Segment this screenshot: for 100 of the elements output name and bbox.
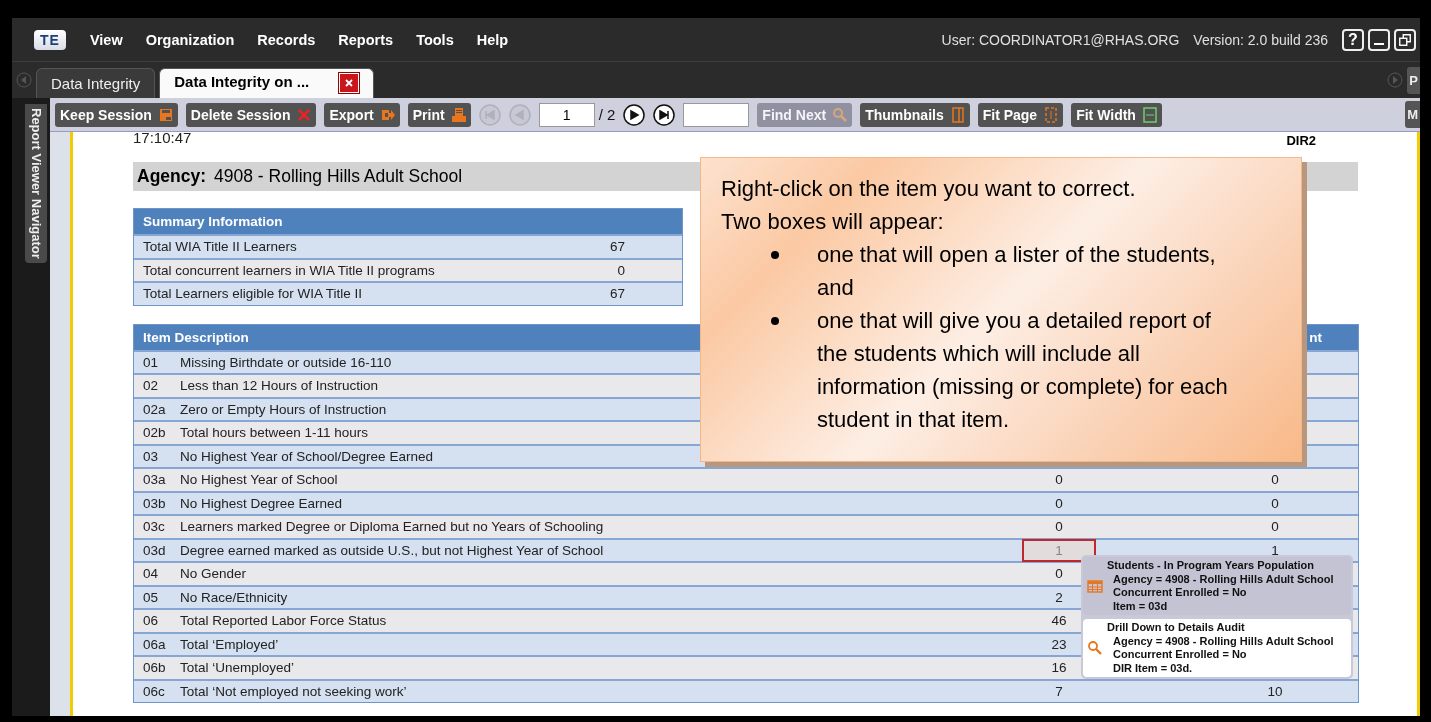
page-nav-button[interactable]: [653, 103, 676, 126]
search-icon: [1087, 640, 1103, 656]
table-cell: No Highest Year of School/Degree Earned: [180, 448, 433, 464]
table-cell-text: 01: [143, 354, 160, 370]
menu-item[interactable]: Tools: [416, 31, 454, 48]
minimize-button[interactable]: [1368, 28, 1390, 51]
restore-icon: [1398, 32, 1412, 47]
fit-width-icon: [1141, 106, 1158, 123]
menu-item[interactable]: Help: [476, 31, 509, 48]
save-icon: [157, 106, 174, 123]
arrow-right-icon: [1387, 72, 1404, 88]
table-cell-text: 10: [1266, 683, 1284, 699]
table-cell-text: 06: [143, 613, 160, 629]
toolbar-button[interactable]: Delete Session: [185, 102, 317, 127]
toolbar-button[interactable]: Fit Width: [1071, 102, 1162, 127]
tab[interactable]: Data Integrity: [36, 68, 156, 98]
toolbar-button[interactable]: Fit Page: [977, 102, 1064, 127]
table-cell: Total ‘Employed’: [180, 636, 279, 652]
table-cell-text: 03: [143, 448, 160, 464]
table-cell-text: 06a: [143, 636, 167, 652]
menu-item[interactable]: Drill Down to Details Audit Agency = 4908 - Rolling Hills Adult School Concurrent Enrolled = No DIR Item = 03d.: [1083, 619, 1351, 677]
table-cell: Zero or Empty Hours of Instruction: [180, 401, 387, 417]
user-label: User: COORDINATOR1@RHAS.ORG: [941, 31, 1180, 48]
toolbar-button[interactable]: Thumbnails: [860, 102, 970, 127]
next-icon: [623, 103, 646, 126]
table-cell-text: 67: [608, 286, 625, 302]
agency-label: Agency:: [137, 166, 207, 187]
restore-button[interactable]: [1394, 28, 1416, 51]
table-cell: Total ‘Not employed not seeking work’: [180, 683, 407, 699]
table-cell-text: 0: [616, 262, 625, 278]
menu-item[interactable]: Organization: [145, 31, 235, 48]
close-button[interactable]: [339, 73, 360, 93]
note-text: Right-click on the item you want to correct.: [721, 175, 1137, 203]
toolbar-button[interactable]: Export: [324, 102, 400, 127]
menu-item[interactable]: Reports: [338, 31, 394, 48]
fit-page-icon: [1043, 106, 1060, 123]
table-cell-text: Total WIA Title II Learners: [143, 239, 298, 255]
note-text: one that will give you a detailed report of the students which will include all information (missing or complete) for each student in that item.: [817, 307, 1229, 434]
menu-item[interactable]: View: [89, 31, 123, 48]
page-count: / 2: [598, 106, 616, 123]
table-cell: Less than 12 Hours of Instruction: [180, 378, 379, 394]
toolbar-button[interactable]: Print: [407, 102, 471, 127]
table-cell-text: 06c: [143, 683, 166, 699]
table-cell[interactable]: 0: [1024, 495, 1094, 511]
minimize-icon: [1374, 42, 1384, 45]
panel-icon: [949, 106, 966, 123]
help-button[interactable]: ?: [1342, 28, 1364, 51]
overflow-button[interactable]: M: [1405, 101, 1420, 128]
printer-icon: [450, 106, 467, 123]
table-cell: Missing Birthdate or outside 16-110: [180, 354, 392, 370]
table-cell-text: 67: [608, 239, 625, 255]
previous-icon: [508, 103, 531, 126]
table-cell-text: 02: [143, 378, 160, 394]
last-page-icon: [653, 103, 676, 126]
column-header: Item Description: [143, 329, 249, 345]
table-cell-text: Total concurrent learners in WIA Title II programs: [143, 262, 436, 278]
menu-item[interactable]: Students - In Program Years Population Agency = 4908 - Rolling Hills Adult School Concurrent Enrolled = No Item = 03d: [1083, 557, 1351, 615]
search-icon: [832, 106, 849, 123]
table-cell-text: 06b: [143, 660, 167, 676]
table-cell: Learners marked Degree or Diploma Earned but no Years of Schooling: [180, 519, 604, 535]
table-cell-text: 03d: [143, 542, 167, 558]
arrow-left-icon: [16, 72, 32, 88]
table-cell: Degree earned marked as outside U.S., but not Highest Year of School: [180, 542, 604, 558]
bullet-icon: [771, 317, 779, 325]
column-header: nt: [1309, 329, 1322, 345]
table-cell-text: 03b: [143, 495, 167, 511]
table-cell-text: 04: [143, 566, 160, 582]
table-cell-text: 03c: [143, 519, 166, 535]
table-cell: No Race/Ethnicity: [180, 589, 288, 605]
table-cell-text: Total Learners eligible for WIA Title II: [143, 286, 364, 302]
table-cell-text: 03a: [143, 472, 167, 488]
menu-item[interactable]: Records: [257, 31, 316, 48]
page-nav-button[interactable]: [623, 103, 646, 126]
toolbar-button[interactable]: Keep Session: [55, 102, 178, 127]
table-cell: Total hours between 1-11 hours: [180, 425, 369, 441]
page-field[interactable]: 1: [538, 102, 595, 127]
close-icon: [343, 77, 356, 89]
overflow-tab[interactable]: P: [1407, 66, 1420, 94]
table-cell: Total Reported Labor Force Status: [180, 613, 387, 629]
table-cell: Total ‘Unemployed’: [180, 660, 295, 676]
table-cell[interactable]: 0: [1024, 472, 1094, 488]
close-icon: [296, 106, 313, 123]
navigator-tab[interactable]: Report Viewer Navigator: [25, 104, 47, 263]
report-code: DIR2: [1286, 132, 1316, 148]
note-text: Two boxes will appear:: [721, 208, 945, 236]
table-cell: No Highest Degree Earned: [180, 495, 343, 511]
table-cell[interactable]: 7: [1024, 683, 1094, 699]
bullet-icon: [771, 251, 779, 259]
search-field[interactable]: [683, 102, 750, 127]
table-cell-text: 02b: [143, 425, 167, 441]
first-page-icon: [478, 103, 501, 126]
tab[interactable]: Data Integrity on ...: [159, 68, 375, 98]
agency-name: 4908 - Rolling Hills Adult School: [214, 166, 463, 187]
table-cell-text: 05: [143, 589, 160, 605]
report-time: 17:10:47: [133, 132, 192, 148]
version-label: Version: 2.0 build 236: [1193, 31, 1328, 48]
table-cell[interactable]: 0: [1024, 519, 1094, 535]
app-logo[interactable]: TE: [34, 29, 66, 50]
table-cell-text: 0: [1270, 472, 1280, 488]
table-cell: No Gender: [180, 566, 247, 582]
